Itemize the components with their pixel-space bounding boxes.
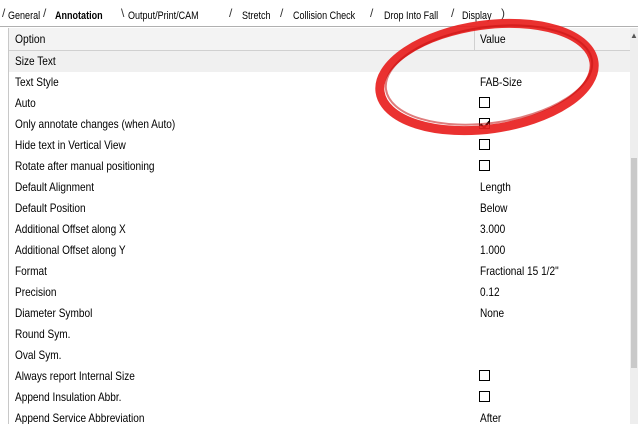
property-value[interactable]: FAB-Size — [480, 72, 522, 93]
property-row-append-insulation[interactable]: Append Insulation Abbr. — [9, 387, 631, 408]
grid-header: Option Value — [9, 28, 631, 51]
property-value[interactable]: 3.000 — [480, 219, 505, 240]
property-row-default-position[interactable]: Default Position Below — [9, 198, 631, 219]
property-row-diameter-symbol[interactable]: Diameter Symbol None — [9, 303, 631, 324]
tab-output-print-cam[interactable]: Output/Print/CAM — [128, 7, 199, 25]
property-label: Format — [15, 264, 47, 278]
property-row-rotate-after-positioning[interactable]: Rotate after manual positioning — [9, 156, 631, 177]
tab-separator: / — [43, 6, 47, 20]
property-label: Always report Internal Size — [15, 369, 135, 383]
property-label: Text Style — [15, 75, 59, 89]
property-grid: Option Value Size Text Text Style FAB-Si… — [8, 28, 631, 424]
scroll-up-arrow-icon[interactable]: ▲ — [630, 30, 638, 42]
tab-general[interactable]: General — [8, 7, 40, 25]
property-label: Rotate after manual positioning — [15, 159, 155, 173]
property-value[interactable]: 1.000 — [480, 240, 505, 261]
property-label: Diameter Symbol — [15, 306, 93, 320]
only-annotate-changes-checkbox[interactable] — [479, 118, 490, 129]
hide-text-vertical-checkbox[interactable] — [479, 139, 490, 150]
property-label: Append Insulation Abbr. — [15, 390, 122, 404]
property-label: Hide text in Vertical View — [15, 138, 126, 152]
property-row-hide-text-vertical[interactable]: Hide text in Vertical View — [9, 135, 631, 156]
vertical-scrollbar[interactable]: ▲ — [630, 28, 638, 424]
tab-annotation[interactable]: Annotation — [55, 7, 103, 25]
tab-separator: ) — [501, 6, 505, 20]
property-row-always-report-internal-size[interactable]: Always report Internal Size — [9, 366, 631, 387]
property-row-only-annotate-changes[interactable]: Only annotate changes (when Auto) — [9, 114, 631, 135]
column-header-option[interactable]: Option — [15, 28, 45, 50]
tab-strip-border — [0, 26, 638, 27]
append-insulation-checkbox[interactable] — [479, 391, 490, 402]
property-label: Default Position — [15, 201, 86, 215]
property-row-format[interactable]: Format Fractional 15 1/2" — [9, 261, 631, 282]
tab-separator: / — [451, 6, 455, 20]
property-value[interactable]: After — [480, 408, 501, 424]
tab-display[interactable]: Display — [462, 7, 492, 25]
property-row-oval-sym[interactable]: Oval Sym. — [9, 345, 631, 366]
property-label: Oval Sym. — [15, 348, 62, 362]
tab-collision-check[interactable]: Collision Check — [293, 7, 355, 25]
auto-checkbox[interactable] — [479, 97, 490, 108]
property-label: Precision — [15, 285, 57, 299]
rotate-after-positioning-checkbox[interactable] — [479, 160, 490, 171]
property-value[interactable]: Length — [480, 177, 511, 198]
property-row-auto[interactable]: Auto — [9, 93, 631, 114]
tab-stretch[interactable]: Stretch — [242, 7, 271, 25]
scrollbar-thumb[interactable] — [631, 158, 637, 368]
property-label: Additional Offset along X — [15, 222, 126, 236]
group-label: Size Text — [15, 54, 56, 68]
column-divider[interactable] — [474, 28, 475, 50]
property-label: Additional Offset along Y — [15, 243, 126, 257]
property-label: Auto — [15, 96, 36, 110]
tab-drop-into-fall[interactable]: Drop Into Fall — [384, 7, 438, 25]
group-row-size-text[interactable]: Size Text — [9, 51, 631, 72]
property-row-append-service-abbreviation[interactable]: Append Service Abbreviation After — [9, 408, 631, 424]
property-value[interactable]: Below — [480, 198, 507, 219]
property-value[interactable]: Fractional 15 1/2" — [480, 261, 559, 282]
tab-separator: / — [370, 6, 374, 20]
property-label: Round Sym. — [15, 327, 71, 341]
property-row-round-sym[interactable]: Round Sym. — [9, 324, 631, 345]
always-report-internal-size-checkbox[interactable] — [479, 370, 490, 381]
property-row-text-style[interactable]: Text Style FAB-Size — [9, 72, 631, 93]
property-row-default-alignment[interactable]: Default Alignment Length — [9, 177, 631, 198]
property-row-offset-y[interactable]: Additional Offset along Y 1.000 — [9, 240, 631, 261]
property-row-precision[interactable]: Precision 0.12 — [9, 282, 631, 303]
column-header-value[interactable]: Value — [480, 28, 506, 50]
property-row-offset-x[interactable]: Additional Offset along X 3.000 — [9, 219, 631, 240]
property-value[interactable]: None — [480, 303, 504, 324]
property-value[interactable]: 0.12 — [480, 282, 500, 303]
property-label: Append Service Abbreviation — [15, 411, 145, 424]
tab-separator: \ — [121, 6, 125, 20]
tab-separator: / — [280, 6, 284, 20]
tab-separator: / — [229, 6, 233, 20]
property-label: Default Alignment — [15, 180, 95, 194]
property-label: Only annotate changes (when Auto) — [15, 117, 176, 131]
